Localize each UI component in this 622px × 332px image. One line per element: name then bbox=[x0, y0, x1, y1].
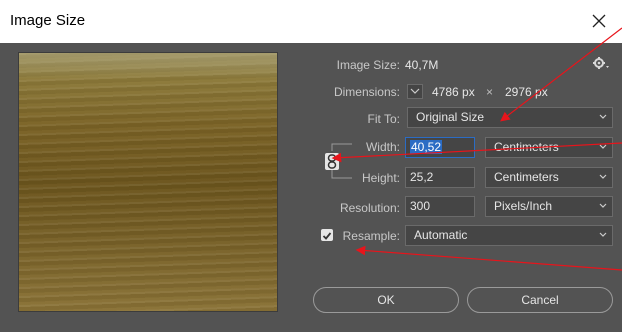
settings-gear-button[interactable] bbox=[592, 56, 610, 72]
chevron-down-icon bbox=[599, 174, 607, 179]
resolution-unit-select[interactable]: Pixels/Inch bbox=[485, 196, 613, 217]
height-label: Height: bbox=[361, 171, 400, 185]
chevron-down-icon bbox=[599, 144, 607, 149]
resample-select[interactable]: Automatic bbox=[405, 225, 613, 246]
close-icon bbox=[592, 14, 606, 28]
checkmark-icon bbox=[322, 232, 332, 240]
width-unit-select[interactable]: Centimeters bbox=[485, 137, 613, 158]
resample-value: Automatic bbox=[414, 228, 468, 242]
image-size-dialog: Image Size: 40,7M Dimensions: 4786 px × … bbox=[0, 43, 622, 332]
image-preview[interactable] bbox=[18, 52, 278, 312]
width-input[interactable]: 40,52 bbox=[405, 137, 475, 158]
cancel-button[interactable]: Cancel bbox=[467, 287, 613, 313]
resolution-label: Resolution: bbox=[339, 201, 400, 215]
link-icon bbox=[327, 154, 337, 169]
image-size-label: Image Size: bbox=[336, 58, 400, 72]
height-unit-select[interactable]: Centimeters bbox=[485, 167, 613, 188]
width-label: Width: bbox=[365, 140, 400, 154]
title-bar: Image Size bbox=[0, 0, 622, 43]
width-unit-value: Centimeters bbox=[494, 140, 559, 154]
chevron-down-icon bbox=[599, 232, 607, 237]
resolution-input[interactable]: 300 bbox=[405, 196, 475, 217]
fit-to-label: Fit To: bbox=[367, 112, 400, 126]
dimensions-width: 4786 px bbox=[432, 85, 475, 99]
height-input[interactable]: 25,2 bbox=[405, 167, 475, 188]
resample-label: Resample: bbox=[342, 229, 400, 243]
close-button[interactable] bbox=[582, 4, 616, 38]
image-size-value: 40,7M bbox=[405, 58, 439, 72]
resample-checkbox[interactable] bbox=[321, 229, 333, 241]
resolution-unit-value: Pixels/Inch bbox=[494, 199, 553, 213]
chevron-down-icon bbox=[410, 88, 420, 94]
dimensions-separator: × bbox=[486, 85, 494, 99]
gear-icon bbox=[593, 57, 609, 69]
ok-button[interactable]: OK bbox=[313, 287, 459, 313]
fit-to-value: Original Size bbox=[416, 110, 485, 124]
height-unit-value: Centimeters bbox=[494, 170, 559, 184]
fit-to-select[interactable]: Original Size bbox=[407, 107, 613, 128]
dimensions-dropdown[interactable] bbox=[407, 84, 423, 99]
width-value: 40,52 bbox=[410, 140, 443, 154]
chevron-down-icon bbox=[599, 114, 607, 119]
height-value: 25,2 bbox=[410, 170, 434, 184]
chevron-down-icon bbox=[599, 203, 607, 208]
window-title: Image Size bbox=[10, 12, 86, 29]
resolution-value: 300 bbox=[410, 199, 431, 213]
dimensions-height: 2976 px bbox=[505, 85, 548, 99]
dimensions-label: Dimensions: bbox=[333, 85, 400, 99]
constrain-proportions-button[interactable] bbox=[325, 153, 339, 170]
